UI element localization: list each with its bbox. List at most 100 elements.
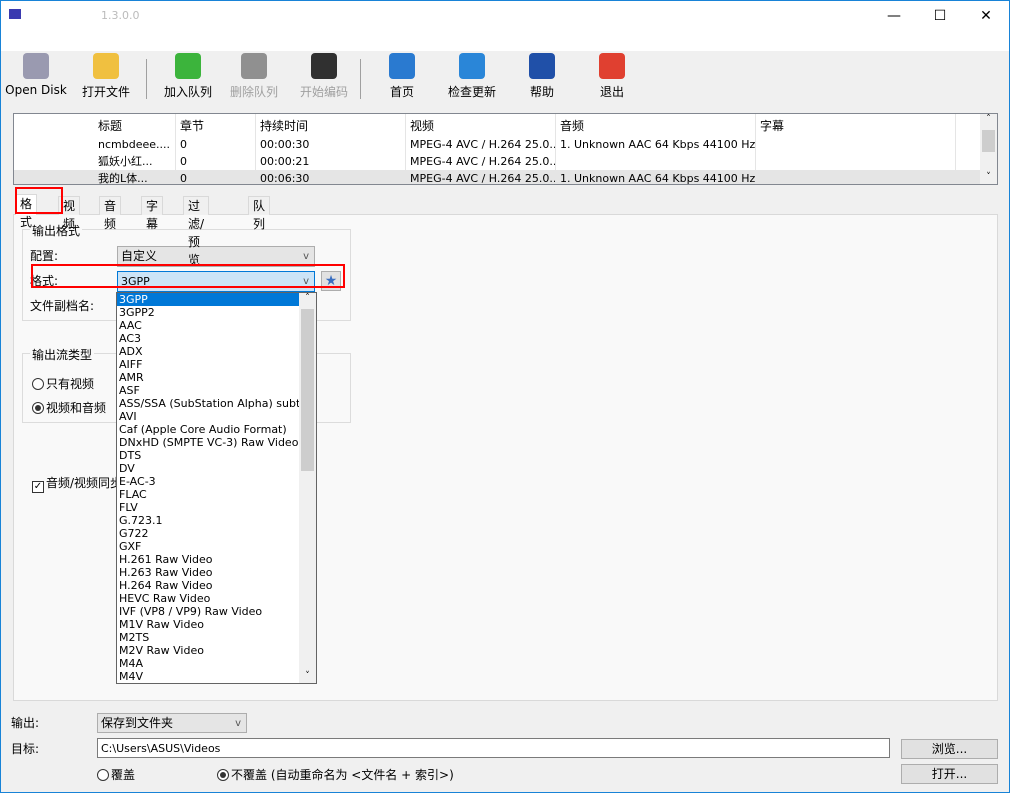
tab-2[interactable]: 音频 <box>99 196 122 231</box>
table-cell: MPEG-4 AVC / H.264 25.0... <box>406 136 556 154</box>
toolbar-button-3[interactable]: 删除队列 <box>219 53 289 101</box>
dropdown-scrollbar[interactable]: ˄ ˅ <box>299 293 316 683</box>
format-option[interactable]: AC3 <box>117 332 316 345</box>
table-header: 标题 章节 持续时间 视频 音频 字幕 <box>14 114 982 138</box>
title-bar: 1.3.0.0 — ☐ ✕ <box>1 1 1009 31</box>
format-option[interactable]: AVI <box>117 410 316 423</box>
column-header[interactable]: 视频 <box>406 114 556 138</box>
extension-label: 文件副档名: <box>30 299 95 313</box>
format-option[interactable]: DNxHD (SMPTE VC-3) Raw Video <box>117 436 316 449</box>
toolbar-label: 加入队列 <box>163 85 212 99</box>
browse-button[interactable]: 浏览... <box>901 739 998 759</box>
format-option[interactable]: 3GPP2 <box>117 306 316 319</box>
toolbar-button-1[interactable]: 打开文件 <box>71 53 141 101</box>
target-path-input[interactable] <box>97 738 890 758</box>
format-option[interactable]: DV <box>117 462 316 475</box>
file-table[interactable]: 标题 章节 持续时间 视频 音频 字幕 ncmbdeee.... 0 00:00:30 MPEG… <box>13 113 998 185</box>
profile-label: 配置: <box>30 249 59 263</box>
format-option[interactable]: IVF (VP8 / VP9) Raw Video <box>117 605 316 618</box>
table-cell: 00:00:30 <box>256 136 406 154</box>
table-scrollbar[interactable]: ˄ ˅ <box>980 114 997 184</box>
format-option[interactable]: FLAC <box>117 488 316 501</box>
tab-4[interactable]: 过滤/预览 <box>183 196 210 267</box>
menu-bar[interactable] <box>1 31 1009 51</box>
toolbar-button-0[interactable]: Open Disk <box>1 53 71 101</box>
format-option[interactable]: ADX <box>117 345 316 358</box>
app-window: 1.3.0.0 — ☐ ✕ Open Disk 打开文件 加入队列 删除队列 开始编码 首… <box>0 0 1010 793</box>
format-option[interactable]: G722 <box>117 527 316 540</box>
radio-icon <box>32 378 44 390</box>
toolbar-button-5[interactable]: 首页 <box>367 53 437 101</box>
format-option[interactable]: AMR <box>117 371 316 384</box>
output-label: 输出: <box>11 716 40 730</box>
toolbar-separator <box>146 59 147 99</box>
checkbox-label: 音频/视频同步 <box>46 476 123 490</box>
format-option[interactable]: DTS <box>117 449 316 462</box>
window-title: 1.3.0.0 <box>101 9 140 22</box>
column-header[interactable]: 音频 <box>556 114 756 138</box>
radio-label: 只有视频 <box>46 377 95 391</box>
table-cell: 我的L体... <box>94 170 176 184</box>
format-option[interactable]: M4V <box>117 670 316 683</box>
radio-video-audio[interactable]: 视频和音频 <box>32 399 106 416</box>
format-option[interactable]: H.264 Raw Video <box>117 579 316 592</box>
format-option[interactable]: AAC <box>117 319 316 332</box>
radio-video-only[interactable]: 只有视频 <box>32 375 94 392</box>
table-row[interactable]: 我的L体... 0 00:06:30 MPEG-4 AVC / H.264 25.0.… <box>14 170 982 184</box>
radio-label: 不覆盖 (自动重命名为 <文件名 + 索引>) <box>231 768 454 782</box>
radio-no-overwrite[interactable]: 不覆盖 (自动重命名为 <文件名 + 索引>) <box>217 766 454 783</box>
radio-overwrite[interactable]: 覆盖 <box>97 766 135 783</box>
column-header[interactable]: 字幕 <box>756 114 956 138</box>
scroll-thumb[interactable] <box>301 309 314 471</box>
add-queue-icon <box>175 53 201 79</box>
toolbar: Open Disk 打开文件 加入队列 删除队列 开始编码 首页 检查更新 帮助 退出 <box>1 51 1009 103</box>
format-option[interactable]: G.723.1 <box>117 514 316 527</box>
radio-checked-icon <box>217 769 229 781</box>
format-option[interactable]: E-AC-3 <box>117 475 316 488</box>
format-option[interactable]: H.261 Raw Video <box>117 553 316 566</box>
app-icon <box>9 9 21 19</box>
table-cell: 00:06:30 <box>256 170 406 184</box>
column-header[interactable]: 持续时间 <box>256 114 406 138</box>
toolbar-button-8[interactable]: 退出 <box>577 53 647 101</box>
target-label: 目标: <box>11 742 40 756</box>
table-row[interactable]: 狐妖小红... 0 00:00:21 MPEG-4 AVC / H.264 25.0.… <box>14 153 982 171</box>
format-option[interactable]: ASS/SSA (SubStation Alpha) subtitle <box>117 397 316 410</box>
toolbar-button-4[interactable]: 开始编码 <box>289 53 359 101</box>
format-option[interactable]: M2V Raw Video <box>117 644 316 657</box>
open-button[interactable]: 打开... <box>901 764 998 784</box>
format-option[interactable]: H.263 Raw Video <box>117 566 316 579</box>
format-option[interactable]: GXF <box>117 540 316 553</box>
format-option[interactable]: M1V Raw Video <box>117 618 316 631</box>
close-button[interactable]: ✕ <box>963 1 1009 31</box>
table-cell <box>756 170 956 184</box>
toolbar-label: 开始编码 <box>299 85 348 99</box>
format-option[interactable]: FLV <box>117 501 316 514</box>
table-row[interactable]: ncmbdeee.... 0 00:00:30 MPEG-4 AVC / H.264 … <box>14 136 982 154</box>
toolbar-button-2[interactable]: 加入队列 <box>153 53 223 101</box>
help-icon <box>529 53 555 79</box>
minimize-button[interactable]: — <box>871 1 917 31</box>
column-header[interactable]: 章节 <box>176 114 256 138</box>
format-option[interactable]: ASF <box>117 384 316 397</box>
format-option[interactable]: HEVC Raw Video <box>117 592 316 605</box>
toolbar-label: 首页 <box>389 85 414 99</box>
toolbar-separator <box>360 59 361 99</box>
format-dropdown-list[interactable]: 3GPP 3GPP2 AAC AC3 ADX AIFF AMR ASF ASS/SSA (Sub… <box>116 292 317 684</box>
format-option[interactable]: AIFF <box>117 358 316 371</box>
toolbar-button-6[interactable]: 检查更新 <box>437 53 507 101</box>
toolbar-label: 删除队列 <box>229 85 278 99</box>
maximize-button[interactable]: ☐ <box>917 1 963 31</box>
output-select[interactable]: 保存到文件夹 v <box>97 713 247 733</box>
format-option[interactable]: 3GPP <box>117 293 299 306</box>
format-option[interactable]: M4A <box>117 657 316 670</box>
tab-3[interactable]: 字幕 <box>141 196 164 231</box>
format-option[interactable]: Caf (Apple Core Audio Format) <box>117 423 316 436</box>
toolbar-label: 检查更新 <box>447 85 496 99</box>
toolbar-label: 帮助 <box>529 85 554 99</box>
column-header[interactable]: 标题 <box>94 114 176 138</box>
tab-5[interactable]: 队列 <box>248 196 271 231</box>
toolbar-button-7[interactable]: 帮助 <box>507 53 577 101</box>
format-option[interactable]: M2TS <box>117 631 316 644</box>
av-sync-checkbox[interactable]: ✓ 音频/视频同步 <box>32 474 122 493</box>
